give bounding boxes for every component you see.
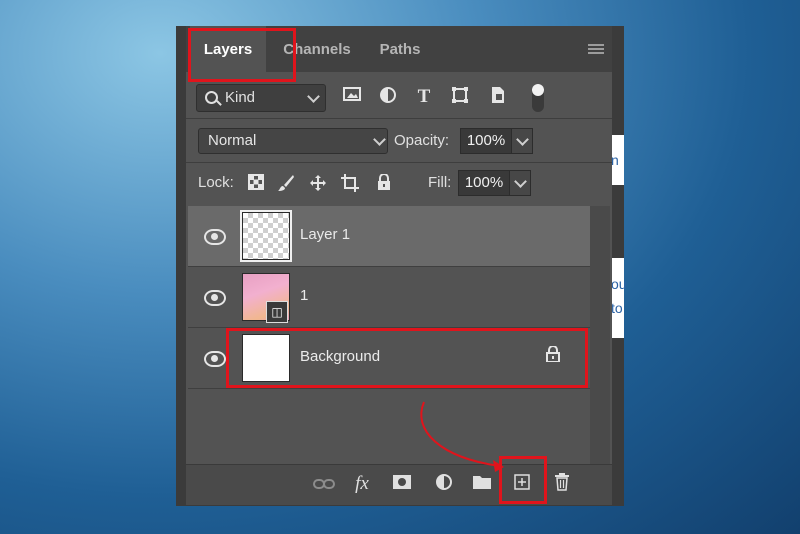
annotation-arrow [420, 401, 504, 472]
